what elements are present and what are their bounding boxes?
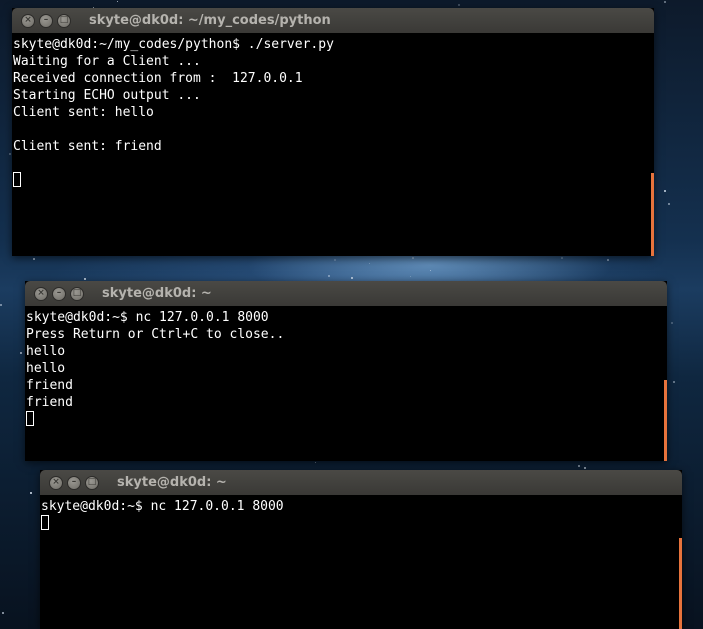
- star: [30, 492, 32, 494]
- terminal-line: skyte@dk0d:~$ nc 127.0.0.1 8000: [26, 310, 269, 325]
- maximize-button[interactable]: □: [85, 475, 99, 490]
- terminal-line: Press Return or Ctrl+C to close..: [26, 327, 285, 342]
- minimize-icon: –: [43, 15, 49, 25]
- star: [410, 276, 411, 277]
- close-icon: ×: [24, 15, 32, 25]
- maximize-button[interactable]: □: [57, 13, 71, 28]
- terminal-window-client-2[interactable]: × – □ skyte@dk0d: ~ skyte@dk0d:~$ nc 127…: [40, 470, 682, 629]
- window-titlebar[interactable]: × – □ skyte@dk0d: ~/my_codes/python: [12, 8, 654, 33]
- star: [668, 203, 670, 205]
- window-titlebar[interactable]: × – □ skyte@dk0d: ~: [40, 470, 682, 495]
- star: [430, 270, 431, 271]
- close-icon: ×: [37, 288, 45, 298]
- terminal-window-server[interactable]: × – □ skyte@dk0d: ~/my_codes/python skyt…: [12, 8, 654, 256]
- terminal-output[interactable]: skyte@dk0d:~$ nc 127.0.0.1 8000 Press Re…: [25, 306, 667, 461]
- star: [561, 257, 563, 259]
- star: [584, 467, 586, 469]
- star: [607, 259, 609, 261]
- terminal-line: Client sent: friend: [13, 139, 162, 154]
- terminal-prompt-line: [41, 515, 682, 532]
- close-button[interactable]: ×: [21, 13, 35, 28]
- terminal-line: friend: [26, 378, 73, 393]
- star: [458, 4, 460, 6]
- close-button[interactable]: ×: [49, 475, 63, 490]
- maximize-icon: □: [87, 477, 97, 487]
- terminal-window-client-1[interactable]: × – □ skyte@dk0d: ~ skyte@dk0d:~$ nc 127…: [25, 281, 667, 461]
- terminal-output[interactable]: skyte@dk0d:~$ nc 127.0.0.1 8000: [40, 495, 682, 629]
- close-icon: ×: [52, 477, 60, 487]
- terminal-line: skyte@dk0d:~/my_codes/python$ ./server.p…: [13, 37, 334, 52]
- star: [0, 304, 2, 306]
- terminal-line: Starting ECHO output ...: [13, 88, 201, 103]
- terminal-line: friend: [26, 395, 73, 410]
- star: [315, 462, 316, 463]
- star: [9, 153, 11, 155]
- close-button[interactable]: ×: [34, 286, 48, 301]
- terminal-output[interactable]: skyte@dk0d:~/my_codes/python$ ./server.p…: [12, 33, 654, 256]
- star: [671, 322, 673, 324]
- terminal-line: Received connection from : 127.0.0.1: [13, 71, 303, 86]
- terminal-line: hello: [26, 344, 66, 359]
- star: [2, 612, 4, 614]
- star: [578, 465, 580, 467]
- scrollbar[interactable]: [679, 538, 682, 629]
- star: [84, 278, 86, 280]
- star: [328, 275, 330, 277]
- star: [351, 277, 353, 279]
- maximize-icon: □: [72, 288, 82, 298]
- star: [33, 258, 35, 260]
- star: [369, 263, 370, 264]
- star: [673, 381, 675, 383]
- star: [20, 352, 22, 354]
- minimize-button[interactable]: –: [52, 286, 66, 301]
- terminal-cursor-icon: [41, 515, 49, 530]
- window-titlebar[interactable]: × – □ skyte@dk0d: ~: [25, 281, 667, 306]
- minimize-icon: –: [56, 288, 62, 298]
- star: [664, 190, 666, 192]
- terminal-line: Waiting for a Client ...: [13, 54, 201, 69]
- window-title: skyte@dk0d: ~: [102, 286, 212, 301]
- star: [117, 1, 118, 2]
- terminal-prompt-line: [26, 411, 667, 428]
- maximize-icon: □: [59, 15, 69, 25]
- terminal-cursor-icon: [13, 172, 21, 187]
- terminal-cursor-icon: [26, 411, 34, 426]
- star: [334, 259, 336, 261]
- terminal-prompt-line: [13, 172, 654, 189]
- maximize-button[interactable]: □: [70, 286, 84, 301]
- minimize-button[interactable]: –: [67, 475, 81, 490]
- terminal-line: skyte@dk0d:~$ nc 127.0.0.1 8000: [41, 499, 284, 514]
- terminal-line: Client sent: hello: [13, 105, 154, 120]
- window-title: skyte@dk0d: ~/my_codes/python: [89, 13, 331, 28]
- terminal-line: hello: [26, 361, 66, 376]
- scrollbar[interactable]: [651, 173, 654, 256]
- star: [664, 1, 666, 3]
- minimize-icon: –: [71, 477, 77, 487]
- minimize-button[interactable]: –: [39, 13, 53, 28]
- window-title: skyte@dk0d: ~: [117, 475, 227, 490]
- star: [412, 257, 414, 259]
- scrollbar[interactable]: [664, 380, 667, 461]
